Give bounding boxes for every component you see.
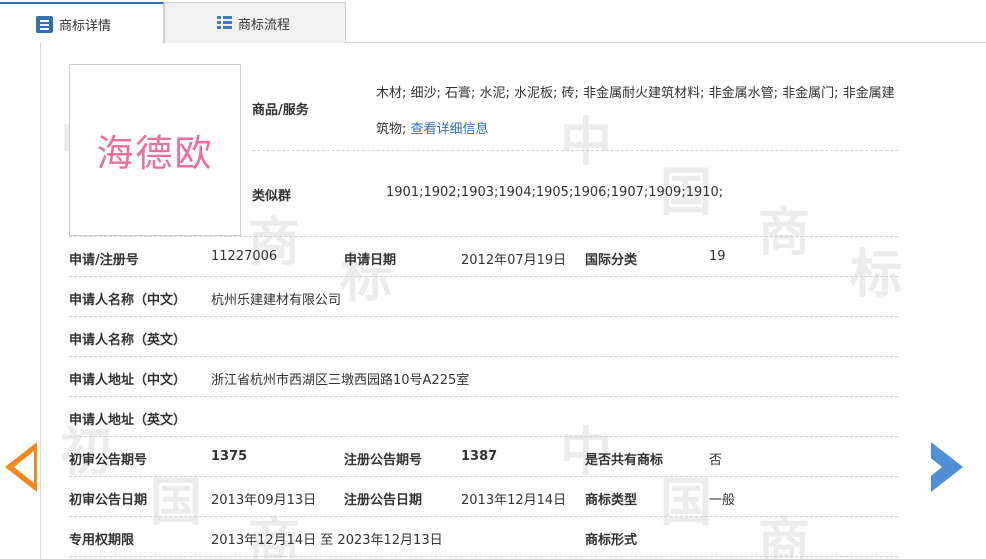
prelim-issue-label: 初审公告期号: [69, 453, 148, 468]
reg-date-label: 注册公告日期: [344, 493, 423, 508]
divider: [69, 356, 898, 357]
address-cn-value: 浙江省杭州市西湖区三墩西园路10号A225室: [211, 373, 470, 388]
goods-services-label: 商品/服务: [252, 103, 309, 118]
applicant-cn-value: 杭州乐建建材有限公司: [211, 293, 342, 308]
tm-form-label: 商标形式: [585, 533, 638, 548]
tm-type-label: 商标类型: [585, 493, 638, 508]
grid-list-icon: [217, 16, 232, 30]
prelim-issue-value: 1375: [211, 449, 248, 464]
tab-trademark-process[interactable]: 商标流程: [164, 2, 346, 43]
arrow-right-icon[interactable]: [922, 442, 963, 492]
address-en-label: 申请人地址（英文）: [69, 413, 187, 428]
tm-type-value: 一般: [709, 493, 736, 508]
tab-trademark-details[interactable]: 商标详情: [0, 2, 164, 44]
divider: [69, 476, 898, 477]
arrow-left-icon[interactable]: [5, 442, 37, 492]
trademark-image: 海德欧: [69, 64, 241, 236]
view-details-link[interactable]: 查看详细信息: [411, 122, 489, 137]
shared-label: 是否共有商标: [585, 453, 664, 468]
tab-label: 商标流程: [238, 17, 291, 33]
reg-issue-label: 注册公告期号: [344, 453, 423, 468]
divider: [69, 316, 898, 317]
trademark-logo-text: 海德欧: [96, 132, 214, 175]
divider: [69, 436, 898, 437]
apply-date-value: 2012年07月19日: [461, 253, 567, 268]
divider: [69, 556, 898, 557]
goods-services-value: 木材; 细沙; 石膏; 水泥; 水泥板; 砖; 非金属耐火建筑材料; 非金属水管…: [376, 76, 898, 148]
applicant-cn-label: 申请人名称（中文）: [69, 293, 187, 308]
prelim-date-label: 初审公告日期: [69, 493, 148, 508]
reg-no-label: 申请/注册号: [69, 253, 139, 268]
divider: [69, 396, 898, 397]
prelim-date-value: 2013年09月13日: [211, 493, 317, 508]
applicant-en-label: 申请人名称（英文）: [69, 333, 187, 348]
address-cn-label: 申请人地址（中文）: [69, 373, 187, 388]
divider: [252, 150, 898, 151]
divider: [69, 276, 898, 277]
document-list-icon: [36, 15, 53, 33]
tab-bar: 商标详情 商标流程: [0, 0, 986, 44]
reg-date-value: 2013年12月14日: [461, 493, 567, 508]
intl-class-label: 国际分类: [585, 253, 638, 268]
tab-label: 商标详情: [59, 18, 112, 34]
reg-no-value: 11227006: [211, 249, 278, 264]
intl-class-value: 19: [709, 249, 726, 264]
apply-date-label: 申请日期: [344, 253, 397, 268]
similar-group-value: 1901;1902;1903;1904;1905;1906;1907;1909;…: [386, 185, 724, 200]
exclusive-period-label: 专用权期限: [69, 533, 135, 548]
exclusive-period-value: 2013年12月14日 至 2023年12月13日: [211, 533, 443, 548]
shared-value: 否: [709, 453, 723, 468]
reg-issue-value: 1387: [461, 449, 498, 464]
divider: [69, 516, 898, 517]
divider: [69, 236, 898, 237]
similar-group-label: 类似群: [252, 189, 292, 204]
